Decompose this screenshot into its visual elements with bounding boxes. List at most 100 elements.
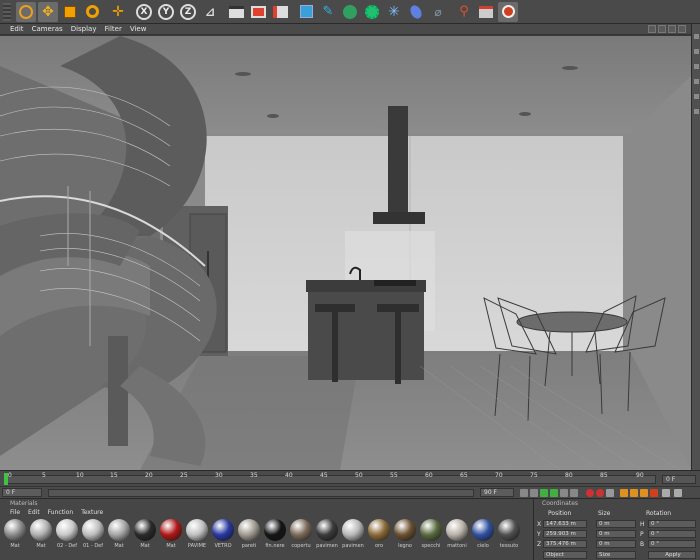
material-swatch[interactable]: Mat xyxy=(28,519,54,559)
pla-key-icon[interactable] xyxy=(662,489,670,497)
size-mode-select[interactable]: Size xyxy=(596,551,636,559)
viewport-menubar: Edit Cameras Display Filter View xyxy=(0,24,700,35)
rotation-key-icon[interactable] xyxy=(640,489,648,497)
timeline-ruler[interactable] xyxy=(4,475,656,484)
z-axis-button[interactable]: Z xyxy=(178,2,198,22)
deformer-button[interactable]: ✳ xyxy=(384,2,404,22)
material-swatch[interactable]: oro xyxy=(366,519,392,559)
end-frame-field[interactable]: 90 F xyxy=(480,488,514,497)
y-axis-button[interactable]: Y xyxy=(156,2,176,22)
size-z-field[interactable]: 0 m xyxy=(596,540,636,548)
apply-button[interactable]: Apply xyxy=(648,551,696,559)
move-button[interactable]: ✥ xyxy=(38,1,58,22)
param-key-icon[interactable] xyxy=(650,489,658,497)
layer-button[interactable] xyxy=(476,2,496,22)
material-swatch[interactable]: 02 - Def xyxy=(54,519,80,559)
material-swatch[interactable]: legno xyxy=(392,519,418,559)
material-swatch[interactable]: pavimen xyxy=(314,519,340,559)
undo-button[interactable] xyxy=(16,1,36,22)
material-swatch[interactable]: fin.nere xyxy=(262,519,288,559)
position-z-field[interactable]: 375.476 m xyxy=(543,540,587,548)
orbit-icon[interactable] xyxy=(668,25,676,33)
start-frame-field[interactable]: 0 F xyxy=(2,488,42,497)
material-swatch[interactable]: 01 - Def xyxy=(80,519,106,559)
light-button[interactable]: ⚲ xyxy=(454,2,474,22)
material-swatch[interactable]: Mat xyxy=(158,519,184,559)
material-swatch[interactable]: specchi xyxy=(418,519,444,559)
material-swatch[interactable]: Mat xyxy=(132,519,158,559)
material-swatch[interactable]: PAVIME xyxy=(184,519,210,559)
camera-button[interactable]: ⌀ xyxy=(428,2,448,22)
material-swatch[interactable]: Mat xyxy=(2,519,28,559)
dock-icon[interactable] xyxy=(694,79,699,84)
material-swatch[interactable]: pavimen xyxy=(340,519,366,559)
record-keys-icon[interactable] xyxy=(586,489,594,497)
dock-icon[interactable] xyxy=(694,49,699,54)
autokey-icon[interactable] xyxy=(596,489,604,497)
materials-menu-function[interactable]: Function xyxy=(48,509,74,516)
dock-icon[interactable] xyxy=(694,34,699,39)
size-y-field[interactable]: 0 m xyxy=(596,530,636,538)
position-y-field[interactable]: 259.903 m xyxy=(543,530,587,538)
coordinate-mode-select[interactable]: Object xyxy=(543,551,587,559)
materials-menu-texture[interactable]: Texture xyxy=(81,509,103,516)
render-settings-button[interactable] xyxy=(270,2,290,22)
live-selection-button[interactable]: ✛ xyxy=(108,2,128,22)
dock-icon[interactable] xyxy=(694,94,699,99)
x-axis-button[interactable]: X xyxy=(134,2,154,22)
prev-key-icon[interactable] xyxy=(530,489,538,497)
zoom-icon[interactable] xyxy=(658,25,666,33)
material-swatch[interactable]: tessuto xyxy=(496,519,522,559)
subdivision-button[interactable] xyxy=(340,2,360,22)
pan-icon[interactable] xyxy=(648,25,656,33)
scale-button[interactable] xyxy=(60,2,80,22)
spline-pen-button[interactable]: ✎ xyxy=(318,2,338,22)
rotation-p-field[interactable]: 0 ° xyxy=(648,530,696,538)
rotate-button[interactable] xyxy=(82,2,102,22)
kitchen-island xyxy=(308,282,424,380)
dock-icon[interactable] xyxy=(694,64,699,69)
menu-cameras[interactable]: Cameras xyxy=(32,25,63,33)
go-to-start-icon[interactable] xyxy=(520,489,528,497)
position-x-field[interactable]: 147.633 m xyxy=(543,520,587,528)
material-swatch[interactable]: cielo xyxy=(470,519,496,559)
material-preview xyxy=(342,519,364,541)
position-key-icon[interactable] xyxy=(620,489,628,497)
menu-display[interactable]: Display xyxy=(71,25,97,33)
toolbar-grip[interactable] xyxy=(3,3,11,21)
next-key-icon[interactable] xyxy=(560,489,568,497)
cube-button[interactable] xyxy=(296,2,316,22)
range-slider[interactable] xyxy=(48,489,474,497)
maximize-icon[interactable] xyxy=(678,25,686,33)
material-swatch[interactable]: VETRO xyxy=(210,519,236,559)
menu-edit[interactable]: Edit xyxy=(10,25,24,33)
dock-icon[interactable] xyxy=(694,109,699,114)
timeline-menu-icon[interactable] xyxy=(674,489,682,497)
current-frame-display[interactable]: 0 F xyxy=(662,475,696,484)
scale-key-icon[interactable] xyxy=(630,489,638,497)
play-back-icon[interactable] xyxy=(540,489,548,497)
material-swatch[interactable]: pareti xyxy=(236,519,262,559)
x-axis-icon: X xyxy=(136,3,152,20)
rotation-h-field[interactable]: 0 ° xyxy=(648,520,696,528)
material-swatch[interactable]: mattoni xyxy=(444,519,470,559)
render-view-button[interactable] xyxy=(226,2,246,22)
transport-bar: 0 F 90 F xyxy=(0,486,700,498)
material-swatch[interactable]: copertu xyxy=(288,519,314,559)
menu-filter[interactable]: Filter xyxy=(105,25,122,33)
3d-viewport[interactable] xyxy=(0,36,691,470)
play-icon[interactable] xyxy=(550,489,558,497)
scene-button[interactable] xyxy=(406,2,426,22)
render-picture-viewer-button[interactable] xyxy=(248,2,268,22)
go-to-end-icon[interactable] xyxy=(570,489,578,497)
materials-menu-edit[interactable]: Edit xyxy=(28,509,40,516)
record-button[interactable] xyxy=(498,1,518,22)
keyframe-selection-icon[interactable] xyxy=(606,489,614,497)
material-swatch[interactable]: Mat xyxy=(106,519,132,559)
materials-menu-file[interactable]: File xyxy=(10,509,20,516)
menu-view[interactable]: View xyxy=(130,25,147,33)
size-x-field[interactable]: 0 m xyxy=(596,520,636,528)
array-button[interactable] xyxy=(362,2,382,22)
rotation-b-field[interactable]: 0 ° xyxy=(648,540,696,548)
coordinate-system-button[interactable]: ⊿ xyxy=(200,2,220,22)
